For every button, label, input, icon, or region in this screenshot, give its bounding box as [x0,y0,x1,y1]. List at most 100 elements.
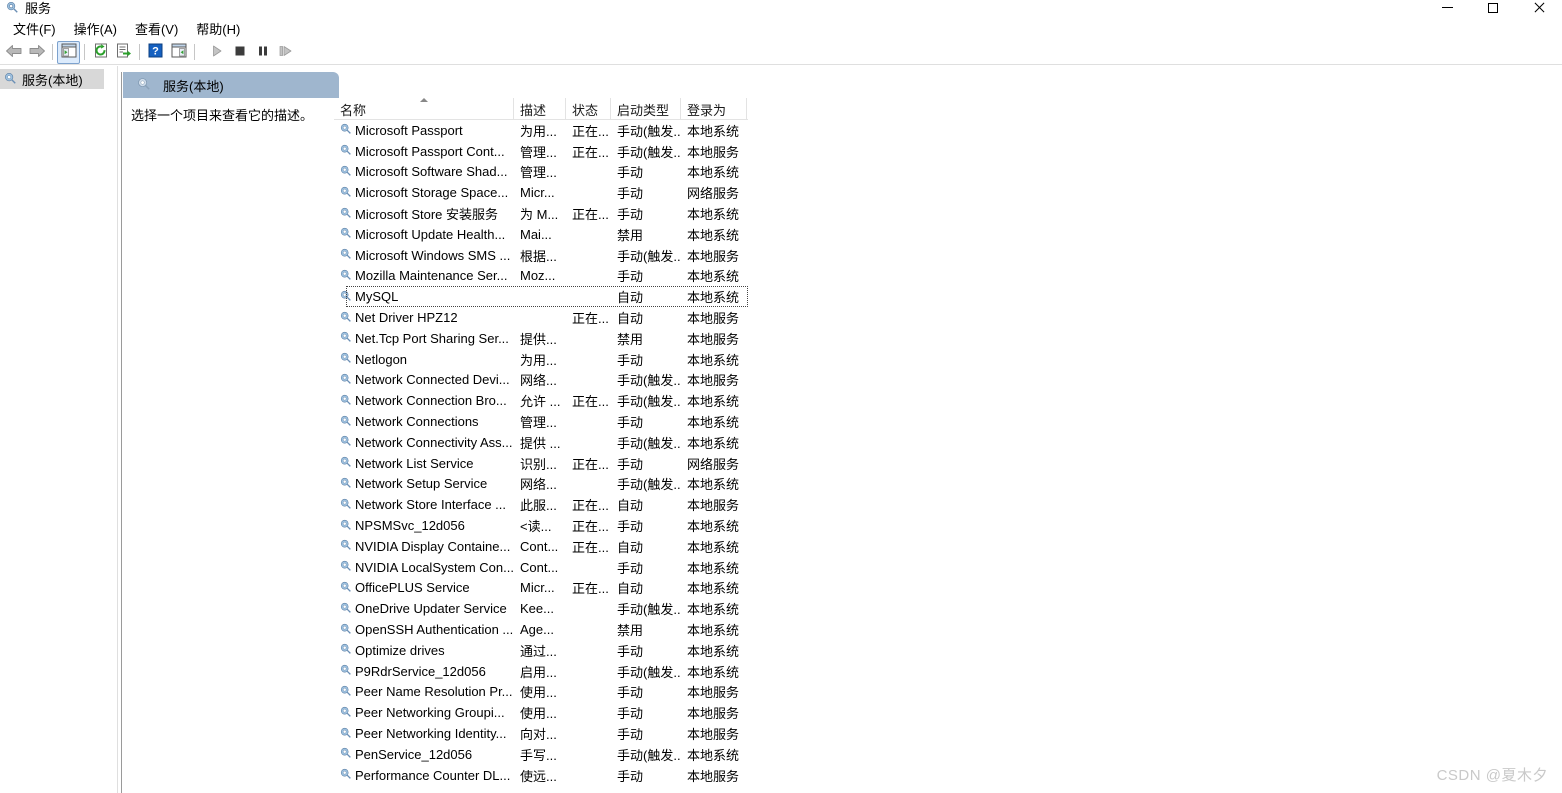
cell-description [514,307,566,328]
table-row[interactable]: NVIDIA Display Containe... Cont... 正在... 自动… [334,536,748,557]
table-row[interactable]: Optimize drives 通过... 手动 本地系统 [334,640,748,661]
table-row[interactable]: Netlogon 为用... 手动 本地系统 [334,349,748,370]
table-row[interactable]: Microsoft Windows SMS ... 根据... 手动(触发... 本地… [334,245,748,266]
menu-help[interactable]: 帮助(H) [187,17,249,41]
cell-status [566,744,611,765]
stop-service-button[interactable] [228,41,251,64]
cell-status: 正在... [572,394,609,410]
column-header-starttype[interactable]: 启动类型 [611,98,681,120]
table-row[interactable]: NVIDIA LocalSystem Con... Cont... 手动 本地系统 [334,557,748,578]
cell-start-type: 手动(触发... [617,747,681,763]
services-gear-icon [339,268,352,284]
cell-logon-as: 网络服务 [687,456,740,472]
maximize-button[interactable] [1470,0,1516,17]
table-row[interactable]: OpenSSH Authentication ... Age... 禁用 本地系统 [334,619,748,640]
table-row[interactable]: Network Store Interface ... 此服... 正在... 自动 本… [334,494,748,515]
close-icon [1533,2,1545,14]
table-row[interactable]: Network Connections 管理... 手动 本地系统 [334,411,748,432]
console-tree-pane: 服务(本地) [0,66,118,793]
service-name-label: Microsoft Update Health... [355,226,506,242]
table-row[interactable]: OfficePLUS Service Micr... 正在... 自动 本地系统 [334,578,748,599]
refresh-button[interactable] [89,41,112,64]
service-name-label: Net Driver HPZ12 [355,310,458,326]
column-header-logonas[interactable]: 登录为 [681,98,747,120]
table-row[interactable]: NPSMSvc_12d056 <读... 正在... 手动 本地系统 [334,515,748,536]
table-row[interactable]: Microsoft Passport 为用... 正在... 手动(触发... 本地系统 [334,120,748,141]
column-header-desc[interactable]: 描述 [514,98,566,120]
export-list-button[interactable] [112,41,135,64]
cell-logon-as: 本地系统 [687,435,740,451]
table-row[interactable]: Network Connectivity Ass... 提供 ... 手动(触发..… [334,432,748,453]
help-button[interactable]: ? [144,41,167,64]
cell-description: 识别... [520,456,557,472]
table-row[interactable]: OneDrive Updater Service Kee... 手动(触发... 本地… [334,598,748,619]
service-name-label: P9RdrService_12d056 [355,663,486,679]
services-gear-icon [339,705,352,721]
content-inner: 服务(本地) 选择一个项目来查看它的描述。 名称 描述 状态 启动类型 登录为 … [121,72,748,793]
restart-service-button[interactable] [274,41,297,64]
cell-logon-as: 本地系统 [687,539,740,555]
cell-logon-as: 本地系统 [687,207,740,223]
cell-status [566,349,611,370]
table-row[interactable]: Network Connected Devi... 网络... 手动(触发... 本地… [334,370,748,391]
cell-start-type: 手动(触发... [617,123,681,139]
cell-logon-as: 本地系统 [687,352,740,368]
menu-file[interactable]: 文件(F) [4,17,65,41]
table-row[interactable]: PenService_12d056 手写... 手动(触发... 本地系统 [334,744,748,765]
cell-service-name: Microsoft Storage Space... [334,182,514,203]
services-gear-icon [339,726,352,742]
column-header-name[interactable]: 名称 [334,98,514,120]
table-row[interactable]: Peer Name Resolution Pr... 使用... 手动 本地服务 [334,682,748,703]
services-gear-icon [339,289,352,305]
table-row[interactable]: Net.Tcp Port Sharing Ser... 提供... 禁用 本地服务 [334,328,748,349]
minimize-button[interactable] [1424,0,1470,17]
table-row[interactable]: Network Setup Service 网络... 手动(触发... 本地系统 [334,474,748,495]
cell-logon-as: 本地服务 [687,311,740,327]
table-row[interactable]: Network Connection Bro... 允许 ... 正在... 手动(触… [334,390,748,411]
table-row[interactable]: Microsoft Storage Space... Micr... 手动 网络服务 [334,182,748,203]
cell-start-type: 手动 [617,706,644,722]
table-row[interactable]: MySQL 自动 本地系统 [334,286,748,308]
pause-service-button[interactable] [251,41,274,64]
table-row[interactable]: Net Driver HPZ12 正在... 自动 本地服务 [334,307,748,328]
table-row[interactable]: P9RdrService_12d056 启用... 手动(触发... 本地系统 [334,661,748,682]
show-hide-tree-icon [61,43,77,61]
table-row[interactable]: Microsoft Software Shad... 管理... 手动 本地系统 [334,162,748,183]
services-gear-icon [3,71,17,88]
cell-start-type: 手动 [617,768,644,784]
cell-logon-as: 本地系统 [687,602,740,618]
properties-button[interactable] [167,41,190,64]
cell-logon-as: 本地系统 [687,477,740,493]
close-button[interactable] [1516,0,1562,17]
forward-arrow-icon [28,44,46,61]
cell-status [566,598,611,619]
cell-status: 正在... [572,581,609,597]
cell-service-name: Network List Service [334,453,514,474]
forward-button[interactable] [25,41,48,64]
show-hide-tree-button[interactable] [57,40,80,64]
table-row[interactable]: Peer Networking Identity... 向对... 手动 本地服务 [334,723,748,744]
cell-status [566,619,611,640]
menu-view[interactable]: 查看(V) [126,17,187,41]
service-name-label: Peer Networking Groupi... [355,705,505,721]
start-service-button[interactable] [205,41,228,64]
table-row[interactable]: Microsoft Update Health... Mai... 禁用 本地系统 [334,224,748,245]
table-row[interactable]: Performance Counter DL... 使远... 手动 本地服务 [334,765,748,786]
menu-action[interactable]: 操作(A) [65,17,126,41]
table-row[interactable]: Microsoft Passport Cont... 管理... 正在... 手动(触… [334,141,748,162]
table-row[interactable]: Microsoft Store 安装服务 为 M... 正在... 手动 本地系统 [334,203,748,224]
service-name-label: Network Connectivity Ass... [355,434,513,450]
cell-start-type: 手动(触发... [617,144,681,160]
cell-logon-as: 本地系统 [687,123,740,139]
back-button[interactable] [2,41,25,64]
table-row[interactable]: Peer Networking Groupi... 使用... 手动 本地服务 [334,702,748,723]
column-header-status-label: 状态 [572,102,599,118]
services-list[interactable]: 名称 描述 状态 启动类型 登录为 Microsoft Passport 为用..… [334,98,748,793]
table-row[interactable]: Mozilla Maintenance Ser... Moz... 手动 本地系统 [334,266,748,287]
tree-node-services-local[interactable]: 服务(本地) [0,69,104,89]
services-gear-icon [339,455,352,471]
cell-description: 允许 ... [520,394,561,410]
cell-start-type: 手动(触发... [617,248,681,264]
column-header-status[interactable]: 状态 [566,98,611,120]
table-row[interactable]: Network List Service 识别... 正在... 手动 网络服务 [334,453,748,474]
